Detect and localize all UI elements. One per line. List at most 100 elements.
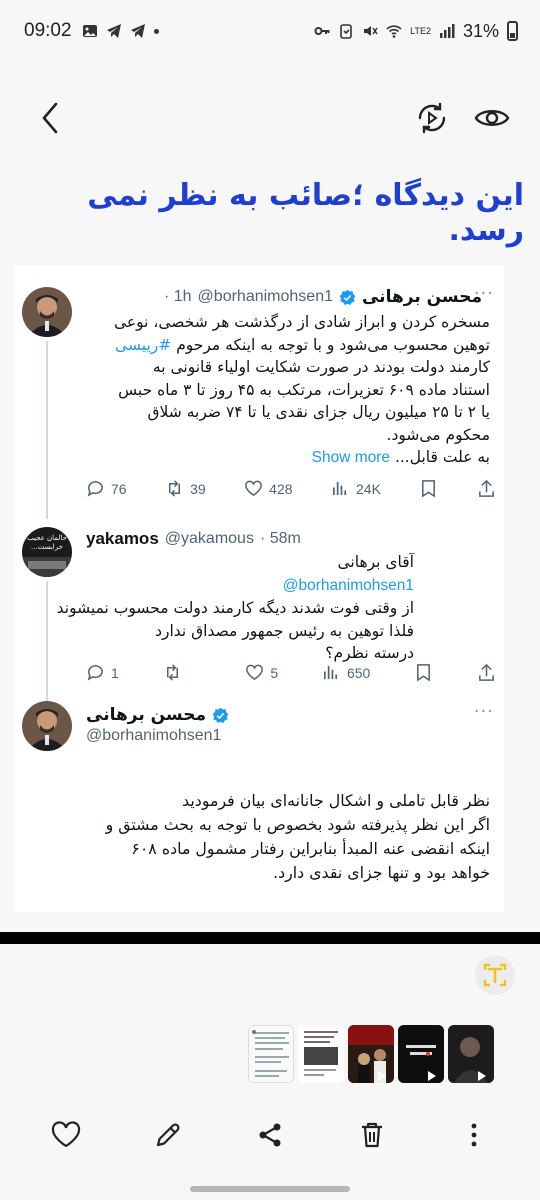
tweet-author-name[interactable]: yakamos [86, 529, 159, 549]
reply-button[interactable]: 1 [86, 663, 119, 682]
tweet-header: yakamos @yakamous · 58m [86, 527, 301, 551]
thumbnail-4[interactable] [398, 1025, 444, 1083]
back-arrow-icon[interactable] [36, 98, 66, 138]
like-icon [246, 664, 264, 681]
verified-badge-icon [339, 289, 356, 305]
verified-badge-icon [212, 707, 229, 723]
tweet-line: توهین محسوب می‌شود و با توجه به اینکه مر… [70, 334, 490, 357]
retweet-count: 39 [190, 480, 206, 497]
tweet-line: یا ۲ تا ۲۵ میلیون ریال جزای نقدی یا تا ۷… [147, 403, 491, 421]
network-label: LTE2 [410, 25, 431, 36]
ocr-scan-icon[interactable] [414, 100, 450, 136]
like-button[interactable]: 5 [245, 663, 278, 682]
show-more-link[interactable]: Show more [312, 449, 390, 466]
bookmark-button[interactable] [414, 663, 433, 682]
share-tweet-button[interactable] [477, 663, 496, 682]
reply-icon [87, 481, 103, 497]
mute-icon [364, 26, 378, 36]
avatar [22, 287, 72, 337]
retweet-icon [166, 664, 178, 681]
bookmark-icon [417, 664, 431, 682]
tweet-header: · 1h @borhanimohsen1 محسن برهانی [164, 285, 482, 309]
tweet-line: استناد ماده ۶۰۹ تعزیرات، مرتکب به ۴۵ روز… [118, 380, 490, 399]
tweet-handle[interactable]: @borhanimohsen1 [198, 288, 333, 306]
avatar [22, 701, 72, 751]
tweet-line: درسته نظرم؟ [325, 644, 414, 662]
share-tweet-icon [479, 479, 494, 497]
edit-icon[interactable] [152, 1119, 184, 1151]
tweet-handle[interactable]: @yakamous [165, 530, 254, 548]
thumbnail-current[interactable] [248, 1025, 294, 1083]
battery-icon [507, 21, 518, 41]
image-edge [0, 932, 540, 944]
wifi-icon [386, 25, 402, 38]
share-tweet-button[interactable] [477, 479, 496, 498]
reply-count: 1 [111, 664, 119, 681]
hashtag-link[interactable]: #رییسی [115, 336, 171, 354]
tweet-line: به علت قابل... Show more [70, 446, 490, 470]
thumbnail-3[interactable] [348, 1025, 394, 1083]
mention-link[interactable]: @borhanimohsen1 [283, 577, 414, 594]
tweet-screenshot-card: · 1h @borhanimohsen1 محسن برهانی ··· مسخ… [14, 265, 504, 912]
tweet-time: · 1h [163, 288, 192, 305]
thread-line [46, 341, 48, 519]
battery-percent: 31% [462, 20, 499, 41]
more-options-icon[interactable]: ··· [474, 701, 494, 722]
home-gesture-bar[interactable] [190, 1186, 350, 1192]
system-icons: LTE2 31% [314, 21, 518, 42]
tweet-line: محکوم می‌شود. [386, 425, 490, 444]
signal-icon [439, 24, 455, 38]
tweet-3: محسن برهانی ··· @borhanimohsen1 نظر قابل… [14, 697, 504, 912]
more-icon[interactable] [458, 1119, 490, 1151]
reply-button[interactable]: 76 [86, 479, 127, 498]
thumbnail-strip [248, 1025, 494, 1085]
tweet-author-name[interactable]: محسن برهانی [362, 287, 482, 307]
tweet-handle[interactable]: @borhanimohsen1 [86, 727, 221, 745]
tweet-actions: 76 39 428 24K [86, 479, 496, 498]
reply-count: 76 [111, 480, 127, 497]
bookmark-icon [422, 480, 436, 498]
thumbnail-2[interactable] [298, 1025, 344, 1083]
tweet-time: · 58m [259, 530, 301, 547]
text-extract-icon[interactable] [474, 954, 516, 996]
bottom-action-bar [0, 1115, 540, 1157]
page-headline: این دیدگاه ؛صائب به نظر نمی رسد. [87, 178, 524, 248]
tweet-line-text: به علت قابل... [394, 448, 490, 466]
views-button[interactable]: 24K [331, 479, 381, 498]
tweet-body: آقای برهانی @borhanimohsen1 از وقتی فوت … [14, 551, 414, 665]
tweet-body: نظر قابل تاملی و اشکال جانانه‌ای بیان فر… [20, 789, 490, 885]
telegram-icon-2 [130, 24, 145, 38]
status-bar: 09:02 LTE2 31% [0, 0, 540, 62]
tweet-line: آقای برهانی [337, 553, 415, 571]
tweet-body: مسخره کردن و ابراز شادی از درگذشت هر شخص… [70, 311, 490, 470]
notification-icons [82, 23, 159, 39]
views-button[interactable]: 650 [322, 663, 370, 682]
gallery-icon [82, 25, 97, 37]
more-options-icon[interactable]: ··· [474, 283, 494, 304]
tweet-2: حالمان عجیب خرابست... yakamos @yakamous … [14, 515, 504, 701]
tweet-actions: 1 5 650 [86, 663, 496, 682]
tweet-1: · 1h @borhanimohsen1 محسن برهانی ··· مسخ… [14, 265, 504, 519]
tweet-author-name[interactable]: محسن برهانی [86, 705, 206, 725]
tweet-line: از وقتی فوت شدند دیگه کارمند دولت محسوب … [56, 599, 414, 617]
like-button[interactable]: 428 [244, 479, 293, 498]
tweet-line: اینکه انقضی عنه المبدأ بنابراین رفتار مش… [131, 839, 490, 858]
key-icon [314, 27, 330, 35]
eye-icon[interactable] [474, 102, 510, 134]
bookmark-button[interactable] [419, 479, 438, 498]
alarm-icon [340, 24, 352, 39]
retweet-button[interactable] [163, 663, 202, 682]
heart-icon[interactable] [50, 1119, 82, 1151]
tweet-line-text: توهین محسوب می‌شود و با توجه به اینکه مر… [176, 335, 490, 354]
dot-icon [153, 28, 159, 34]
views-count: 24K [356, 480, 381, 497]
thumbnail-5[interactable] [448, 1025, 494, 1083]
share-tweet-icon [479, 663, 494, 681]
views-icon [323, 665, 338, 680]
reply-icon [87, 665, 103, 681]
delete-icon[interactable] [356, 1119, 388, 1151]
like-count: 428 [269, 480, 293, 497]
tweet-line: خواهد بود و تنها جزای نقدی دارد. [273, 863, 490, 882]
retweet-button[interactable]: 39 [165, 479, 206, 498]
share-icon[interactable] [254, 1119, 286, 1151]
